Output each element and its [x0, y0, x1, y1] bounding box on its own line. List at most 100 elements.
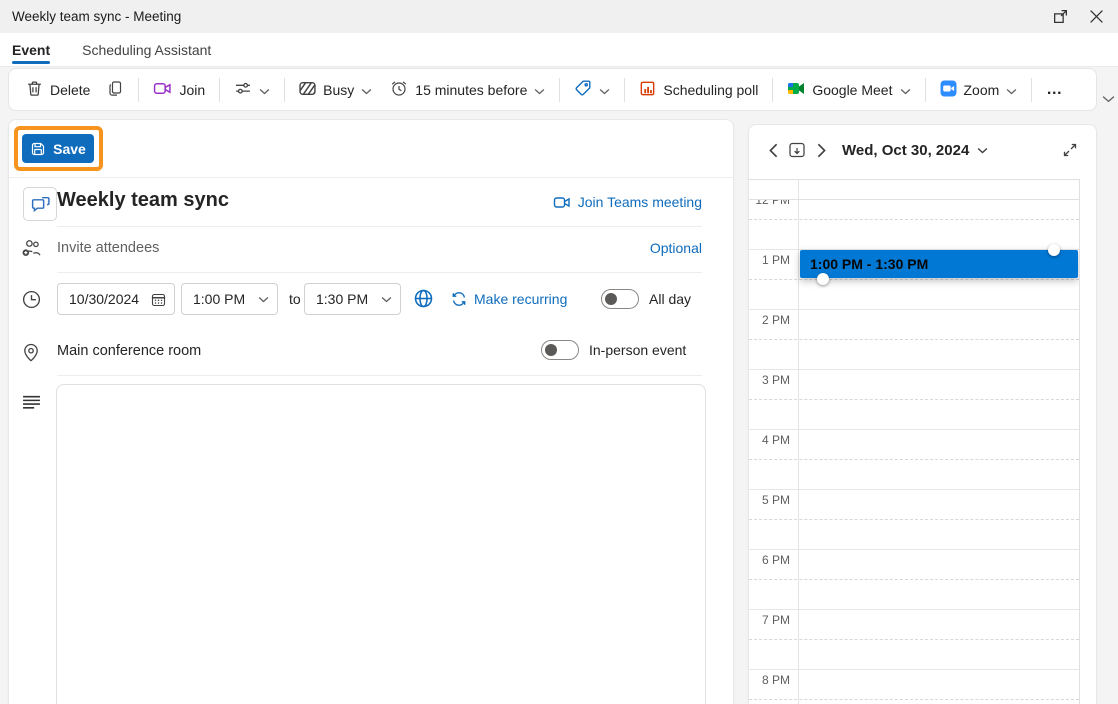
invite-attendees-icon: [19, 235, 43, 259]
date-picker-field[interactable]: 10/30/2024: [57, 283, 175, 315]
end-time-value: 1:30 PM: [316, 291, 369, 307]
half-hour-line: [749, 399, 1079, 400]
day-grid-scroll[interactable]: 1:00 PM - 1:30 PM 12 PM 1 PM 2 PM 3 PM 4 PM 5…: [749, 200, 1079, 704]
hour-label: 2 PM: [761, 313, 790, 327]
teams-meeting-icon: [23, 187, 57, 221]
in-person-toggle[interactable]: [541, 340, 579, 360]
reminder-button[interactable]: 15 minutes before: [381, 74, 554, 106]
busy-icon: [299, 81, 316, 99]
half-hour-line: [749, 219, 1079, 220]
alarm-clock-icon: [390, 79, 408, 100]
toolbar: Delete Join Busy 15 minutes before Sched…: [8, 68, 1097, 111]
chevron-down-icon: [258, 296, 269, 303]
calendar-preview-header: Wed, Oct 30, 2024: [749, 134, 1096, 166]
divider: [219, 77, 221, 102]
chevron-down-icon: [599, 82, 610, 98]
start-time-select[interactable]: 1:00 PM: [181, 283, 278, 315]
window-title: Weekly team sync - Meeting: [12, 9, 182, 24]
hour-label: 4 PM: [761, 433, 790, 447]
make-recurring-link[interactable]: Make recurring: [451, 291, 567, 307]
half-hour-line: [749, 579, 1079, 580]
calendar-icon: [151, 292, 166, 307]
sliders-icon: [234, 80, 252, 100]
join-button[interactable]: Join: [144, 74, 214, 106]
save-icon: [30, 141, 46, 157]
description-editor[interactable]: [56, 384, 706, 704]
chevron-down-icon: [534, 82, 545, 98]
copy-button[interactable]: [99, 74, 133, 106]
divider: [924, 77, 926, 102]
go-to-date-calendar-icon[interactable]: [785, 138, 809, 162]
camera-icon: [153, 80, 172, 100]
options-button[interactable]: [225, 74, 279, 106]
hour-label: 12 PM: [755, 200, 790, 207]
next-day-chevron-icon[interactable]: [809, 138, 833, 162]
divider: [57, 375, 702, 376]
chevron-down-icon: [381, 296, 392, 303]
resize-handle-bottom[interactable]: [817, 273, 829, 285]
recurring-icon: [451, 291, 467, 307]
camera-icon: [553, 195, 571, 210]
delete-button[interactable]: Delete: [17, 74, 99, 106]
event-title-input[interactable]: Weekly team sync: [57, 189, 229, 212]
divider: [624, 77, 626, 102]
divider: [57, 272, 702, 273]
half-hour-line: [749, 279, 1079, 280]
hour-line: [749, 369, 1079, 370]
join-teams-meeting-link[interactable]: Join Teams meeting: [553, 194, 702, 210]
to-label: to: [289, 291, 301, 307]
copy-icon: [108, 80, 124, 100]
tab-scheduling-assistant[interactable]: Scheduling Assistant: [82, 33, 211, 66]
hour-label: 7 PM: [761, 613, 790, 627]
toggle-knob: [545, 344, 557, 356]
toolbar-collapse-chevron-icon[interactable]: [1099, 90, 1117, 108]
hour-line: [749, 609, 1079, 610]
calendar-event-block[interactable]: 1:00 PM - 1:30 PM: [800, 250, 1078, 278]
start-time-value: 1:00 PM: [193, 291, 246, 307]
hour-line: [749, 429, 1079, 430]
tag-icon: [574, 79, 592, 100]
calendar-preview-panel: Wed, Oct 30, 2024 1:00 PM - 1:30 PM 12 P…: [748, 124, 1097, 704]
hour-line: [749, 669, 1079, 670]
hour-label: 3 PM: [761, 373, 790, 387]
show-as-busy-button[interactable]: Busy: [290, 74, 381, 106]
google-meet-button[interactable]: Google Meet: [778, 74, 919, 106]
timezone-globe-icon[interactable]: [413, 288, 434, 314]
divider: [138, 77, 140, 102]
half-hour-line: [749, 339, 1079, 340]
close-icon[interactable]: [1086, 7, 1106, 27]
more-options-button[interactable]: …: [1037, 74, 1072, 106]
toggle-knob: [605, 293, 617, 305]
preview-date-picker[interactable]: Wed, Oct 30, 2024: [842, 142, 988, 159]
zoom-button[interactable]: Zoom: [931, 74, 1027, 106]
scheduling-poll-button[interactable]: Scheduling poll: [630, 74, 767, 106]
location-input[interactable]: Main conference room: [57, 343, 201, 359]
title-bar: Weekly team sync - Meeting: [0, 0, 1118, 33]
divider: [559, 77, 561, 102]
in-person-label: In-person event: [589, 342, 687, 358]
tab-event[interactable]: Event: [12, 33, 51, 66]
optional-attendees-link[interactable]: Optional: [650, 240, 702, 256]
hour-line: [749, 489, 1079, 490]
chevron-down-icon: [1006, 82, 1017, 98]
end-time-select[interactable]: 1:30 PM: [304, 283, 401, 315]
half-hour-line: [749, 519, 1079, 520]
resize-handle-top[interactable]: [1048, 244, 1060, 256]
popout-icon[interactable]: [1050, 7, 1070, 27]
description-lines-icon: [19, 390, 43, 414]
invite-attendees-input[interactable]: Invite attendees: [57, 240, 159, 256]
tab-row: Event Scheduling Assistant: [0, 33, 1118, 67]
half-hour-line: [749, 699, 1079, 700]
expand-calendar-icon[interactable]: [1058, 138, 1082, 162]
clock-icon: [19, 287, 43, 311]
all-day-toggle[interactable]: [601, 289, 639, 309]
divider: [1031, 77, 1033, 102]
chevron-down-icon: [900, 82, 911, 98]
divider: [9, 177, 733, 178]
save-button[interactable]: Save: [22, 134, 94, 163]
categorize-button[interactable]: [565, 74, 619, 106]
hour-line: [749, 549, 1079, 550]
divider: [284, 77, 286, 102]
prev-day-chevron-icon[interactable]: [761, 138, 785, 162]
zoom-icon: [940, 80, 957, 100]
